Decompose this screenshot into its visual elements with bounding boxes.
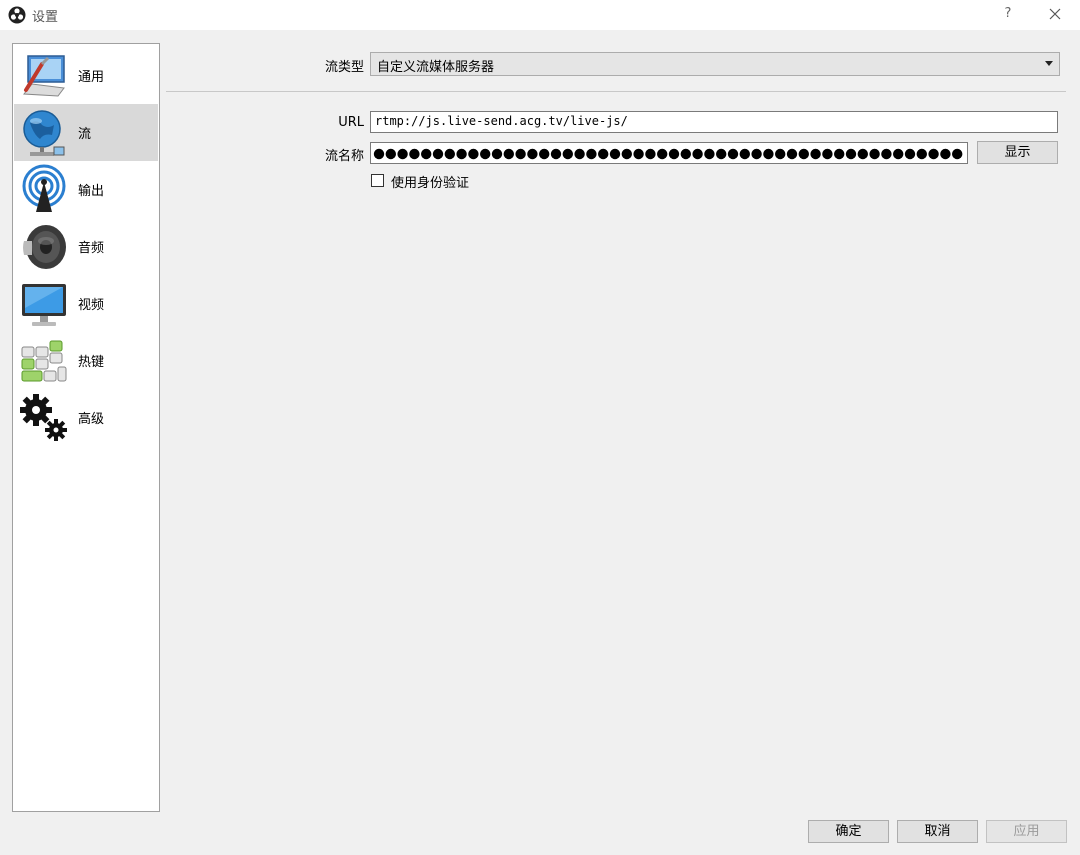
mask-dot	[385, 148, 396, 160]
video-monitor-icon	[22, 283, 66, 326]
mask-dot	[421, 148, 432, 160]
settings-sidebar: 通用 流 输出 音频 视频 热键 高级	[12, 43, 160, 812]
mask-dot	[680, 148, 691, 160]
section-divider	[166, 91, 1066, 92]
obs-logo-icon	[8, 6, 26, 24]
hotkeys-icon	[21, 340, 67, 381]
mask-dot	[916, 148, 927, 160]
mask-dot	[904, 148, 916, 160]
stream-key-input[interactable]	[370, 142, 968, 164]
sidebar-item-general[interactable]: 通用	[14, 47, 158, 104]
mask-dot	[834, 148, 845, 160]
mask-dot	[727, 148, 739, 160]
mask-dot	[692, 148, 703, 160]
mask-dot	[822, 148, 833, 160]
mask-dot	[527, 148, 538, 160]
title-bar: 设置 ?	[0, 0, 1080, 30]
mask-dot	[609, 148, 621, 160]
mask-dot	[397, 148, 408, 160]
mask-dot	[468, 148, 479, 160]
mask-dot	[456, 148, 467, 160]
sidebar-item-hotkeys[interactable]: 热键	[14, 332, 158, 389]
sidebar-item-advanced[interactable]: 高级	[14, 389, 158, 446]
mask-dot	[539, 148, 550, 160]
mask-dot	[480, 148, 491, 160]
mask-dot	[751, 148, 762, 160]
sidebar-item-label: 通用	[78, 70, 105, 85]
cancel-button[interactable]: 取消	[897, 820, 978, 843]
advanced-gears-icon	[20, 393, 67, 441]
stream-type-value: 自定义流媒体服务器	[377, 60, 495, 75]
mask-dot	[775, 148, 786, 160]
sidebar-item-label: 热键	[78, 355, 105, 370]
stream-globe-icon	[23, 109, 65, 156]
mask-dot	[574, 148, 585, 160]
mask-dot	[893, 148, 904, 160]
mask-dot	[869, 148, 880, 160]
mask-dot	[444, 148, 455, 160]
sidebar-item-video[interactable]: 视频	[14, 275, 158, 332]
mask-dot	[491, 148, 503, 160]
sidebar-item-label: 视频	[78, 298, 105, 313]
mask-dot	[562, 148, 573, 160]
sidebar-item-stream[interactable]: 流	[14, 104, 158, 161]
mask-dot	[645, 148, 656, 160]
mask-dot	[940, 148, 951, 160]
mask-dot	[704, 148, 715, 160]
close-icon[interactable]	[1044, 3, 1066, 25]
mask-dot	[763, 148, 774, 160]
sidebar-item-output[interactable]: 输出	[14, 161, 158, 218]
mask-dot	[928, 148, 939, 160]
mask-dot	[598, 148, 609, 160]
ok-button[interactable]: 确定	[808, 820, 889, 843]
output-broadcast-icon	[22, 164, 66, 212]
mask-dot	[857, 148, 868, 160]
mask-dot	[845, 148, 857, 160]
mask-dot	[786, 148, 798, 160]
show-key-button[interactable]: 显示	[977, 141, 1058, 164]
mask-dot	[881, 148, 892, 160]
sidebar-item-audio[interactable]: 音频	[14, 218, 158, 275]
sidebar-item-label: 输出	[78, 184, 105, 199]
general-icon	[23, 54, 65, 97]
use-auth-checkbox[interactable]	[371, 174, 384, 187]
chevron-down-icon	[1045, 61, 1053, 66]
window-title: 设置	[32, 10, 59, 25]
apply-button[interactable]: 应用	[986, 820, 1067, 843]
sidebar-item-label: 流	[78, 127, 92, 142]
mask-dot	[550, 148, 562, 160]
mask-dot	[515, 148, 526, 160]
audio-speaker-icon	[23, 224, 66, 269]
stream-key-masked-dots	[373, 148, 963, 160]
stream-key-label: 流名称	[324, 149, 364, 164]
mask-dot	[716, 148, 727, 160]
sidebar-item-label: 音频	[78, 241, 105, 256]
mask-dot	[668, 148, 680, 160]
mask-dot	[810, 148, 821, 160]
mask-dot	[503, 148, 514, 160]
mask-dot	[739, 148, 750, 160]
mask-dot	[633, 148, 644, 160]
stream-type-select[interactable]: 自定义流媒体服务器	[370, 52, 1060, 76]
mask-dot	[586, 148, 597, 160]
url-input[interactable]: rtmp://js.live-send.acg.tv/live-js/	[370, 111, 1058, 133]
mask-dot	[798, 148, 809, 160]
sidebar-item-label: 高级	[78, 412, 105, 427]
mask-dot	[657, 148, 668, 160]
mask-dot	[432, 148, 444, 160]
url-label: URL	[338, 115, 364, 130]
mask-dot	[409, 148, 420, 160]
mask-dot	[373, 148, 385, 160]
stream-type-label: 流类型	[324, 60, 364, 75]
help-button[interactable]: ?	[998, 4, 1018, 24]
mask-dot	[952, 148, 963, 160]
use-auth-label: 使用身份验证	[391, 176, 470, 191]
mask-dot	[621, 148, 632, 160]
